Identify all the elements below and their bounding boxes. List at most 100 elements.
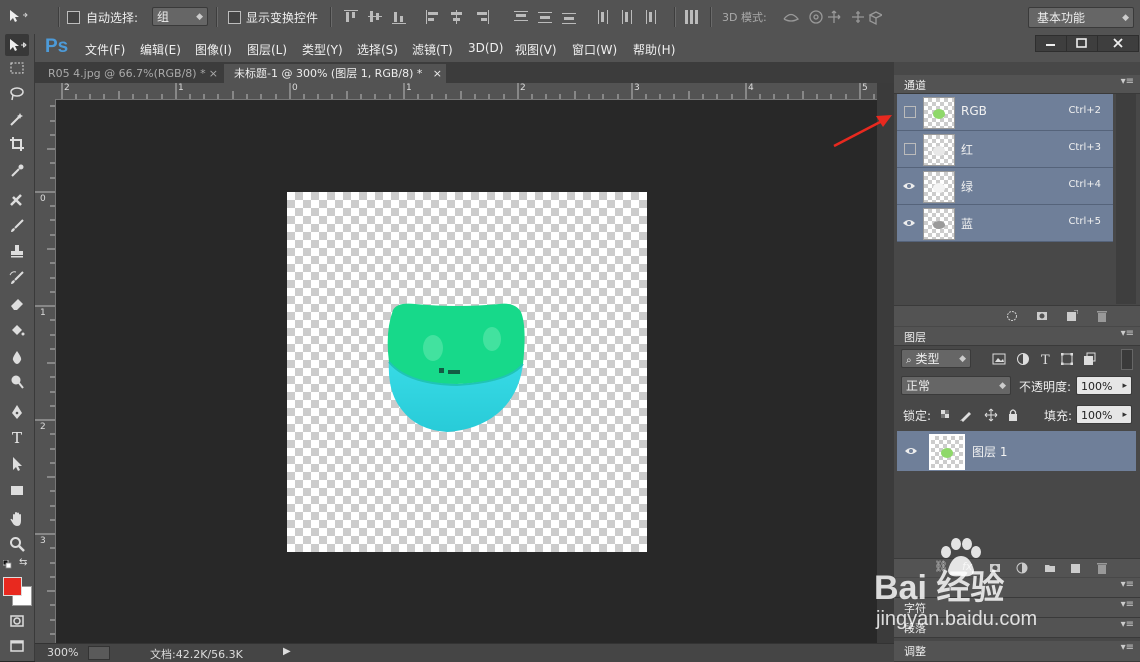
3d-orbit-icon[interactable] — [782, 7, 884, 27]
channels-panel-title[interactable]: 通道 — [904, 77, 926, 93]
menu-layer[interactable]: 图层(L) — [247, 41, 287, 58]
separator — [58, 7, 60, 27]
panel-menu-icon[interactable]: ▾≡ — [1121, 76, 1134, 87]
swap-colors-icon[interactable]: ⇆ — [19, 557, 30, 568]
crop-tool-icon[interactable] — [5, 133, 29, 155]
auto-align-icon[interactable] — [684, 8, 698, 29]
load-selection-icon[interactable] — [1006, 310, 1018, 322]
horizontal-ruler[interactable]: 2 1 0 1 2 3 4 5 — [55, 83, 877, 100]
healing-brush-tool-icon[interactable] — [5, 190, 29, 212]
lasso-tool-icon[interactable] — [5, 83, 29, 105]
path-selection-tool-icon[interactable] — [5, 453, 29, 475]
tab-close-icon[interactable]: × — [209, 64, 218, 83]
layer-filter-dropdown[interactable]: ⌕ 类型 ◆ — [901, 349, 971, 368]
blend-mode-dropdown[interactable]: 正常 ◆ — [901, 376, 1011, 395]
screen-mode-icon[interactable] — [5, 635, 29, 657]
eraser-tool-icon[interactable] — [5, 293, 29, 315]
zoom-level[interactable]: 300% — [47, 646, 78, 659]
channel-visibility-toggle[interactable] — [904, 143, 916, 155]
ps-logo: Ps — [45, 36, 69, 57]
magic-wand-tool-icon[interactable] — [5, 108, 29, 130]
quick-mask-icon[interactable] — [5, 610, 29, 632]
menu-image[interactable]: 图像(I) — [195, 41, 232, 58]
eye-icon[interactable] — [904, 444, 918, 461]
3d-mode-label: 3D 模式: — [722, 11, 767, 24]
layer-thumbnail — [929, 434, 965, 470]
opacity-value: 100% — [1081, 380, 1113, 393]
delete-channel-icon[interactable] — [1096, 310, 1108, 322]
ruler-label: 3 — [634, 83, 640, 93]
menu-filter[interactable]: 滤镜(T) — [412, 41, 453, 58]
menu-help[interactable]: 帮助(H) — [633, 41, 675, 58]
paint-bucket-tool-icon[interactable] — [5, 319, 29, 341]
type-tool-icon[interactable]: T — [5, 427, 29, 449]
ruler-corner[interactable] — [35, 83, 55, 99]
minimize-button[interactable] — [1035, 35, 1067, 52]
zoom-tool-icon[interactable] — [5, 533, 29, 555]
restore-button[interactable] — [1066, 35, 1098, 52]
move-tool-preset-icon[interactable] — [4, 6, 30, 26]
layer-row[interactable]: 图层 1 — [897, 431, 1136, 471]
channel-row-red[interactable]: 红 Ctrl+3 — [897, 131, 1113, 168]
close-icon — [1113, 38, 1123, 48]
brush-tool-icon[interactable] — [5, 215, 29, 237]
blur-tool-icon[interactable] — [5, 346, 29, 368]
save-selection-icon[interactable] — [1036, 310, 1048, 322]
menu-window[interactable]: 窗口(W) — [572, 41, 617, 58]
tab-r05-jpg[interactable]: R05 4.jpg @ 66.7%(RGB/8) * × — [38, 64, 222, 83]
lock-icons[interactable] — [939, 407, 1019, 423]
eyedropper-tool-icon[interactable] — [5, 160, 29, 182]
show-transform-label: 显示变换控件 — [246, 11, 319, 25]
channel-thumbnail — [923, 134, 955, 166]
separator — [216, 7, 218, 27]
collapsed-panel-adjustments[interactable]: 调整 ▾≡ — [894, 641, 1140, 662]
auto-select-dropdown[interactable]: 组 ◆ — [152, 7, 208, 26]
move-tool-icon[interactable] — [5, 34, 29, 56]
pen-tool-icon[interactable] — [5, 401, 29, 423]
menu-edit[interactable]: 编辑(E) — [140, 41, 181, 58]
hand-tool-icon[interactable] — [5, 508, 29, 530]
menu-select[interactable]: 选择(S) — [357, 41, 398, 58]
channel-row-green[interactable]: 绿 Ctrl+4 — [897, 168, 1113, 205]
layers-panel-title[interactable]: 图层 — [904, 329, 926, 345]
workspace-dropdown[interactable]: 基本功能 ◆ — [1028, 7, 1134, 28]
tab-untitled-1[interactable]: 未标题-1 @ 300% (图层 1, RGB/8) * × — [224, 64, 446, 83]
channel-row-rgb[interactable]: RGB Ctrl+2 — [897, 94, 1113, 131]
rectangle-tool-icon[interactable] — [5, 479, 29, 501]
show-transform-checkbox[interactable] — [228, 11, 241, 24]
menu-type[interactable]: 类型(Y) — [302, 41, 343, 58]
history-brush-tool-icon[interactable] — [5, 267, 29, 289]
status-menu-arrow-icon[interactable]: ▶ — [283, 646, 291, 657]
dropdown-arrow-icon: ◆ — [1122, 13, 1129, 23]
channel-name: RGB — [961, 104, 987, 118]
marquee-tool-icon[interactable] — [5, 57, 29, 79]
export-icon[interactable] — [88, 646, 110, 660]
eye-icon[interactable] — [902, 179, 916, 193]
channels-scrollbar[interactable] — [1116, 94, 1136, 304]
layer-name[interactable]: 图层 1 — [972, 443, 1007, 460]
opacity-label: 不透明度: — [1019, 380, 1072, 394]
channel-visibility-toggle[interactable] — [904, 106, 916, 118]
ruler-label: 1 — [178, 83, 184, 93]
menu-file[interactable]: 文件(F) — [85, 41, 125, 58]
align-distribute-icon[interactable] — [342, 8, 672, 26]
tab-close-icon[interactable]: × — [433, 64, 442, 83]
default-colors-icon[interactable] — [2, 558, 12, 569]
layer-filter-icons[interactable]: T — [992, 351, 1112, 367]
dodge-tool-icon[interactable] — [5, 371, 29, 393]
clone-stamp-tool-icon[interactable] — [5, 240, 29, 262]
channel-row-blue[interactable]: 蓝 Ctrl+5 — [897, 205, 1113, 242]
panel-menu-icon[interactable]: ▾≡ — [1121, 642, 1134, 653]
menu-3d[interactable]: 3D(D) — [468, 41, 503, 55]
menu-view[interactable]: 视图(V) — [515, 41, 557, 58]
ruler-label: 4 — [748, 83, 754, 93]
vertical-ruler[interactable]: 0 1 2 3 — [35, 99, 56, 643]
document-canvas[interactable] — [287, 192, 647, 552]
new-channel-icon[interactable] — [1066, 310, 1078, 322]
eye-icon[interactable] — [902, 216, 916, 230]
foreground-color-swatch[interactable] — [3, 577, 22, 596]
ruler-label: 2 — [520, 83, 526, 93]
auto-select-checkbox[interactable] — [67, 11, 80, 24]
panel-menu-icon[interactable]: ▾≡ — [1121, 328, 1134, 339]
close-button[interactable] — [1097, 35, 1139, 52]
